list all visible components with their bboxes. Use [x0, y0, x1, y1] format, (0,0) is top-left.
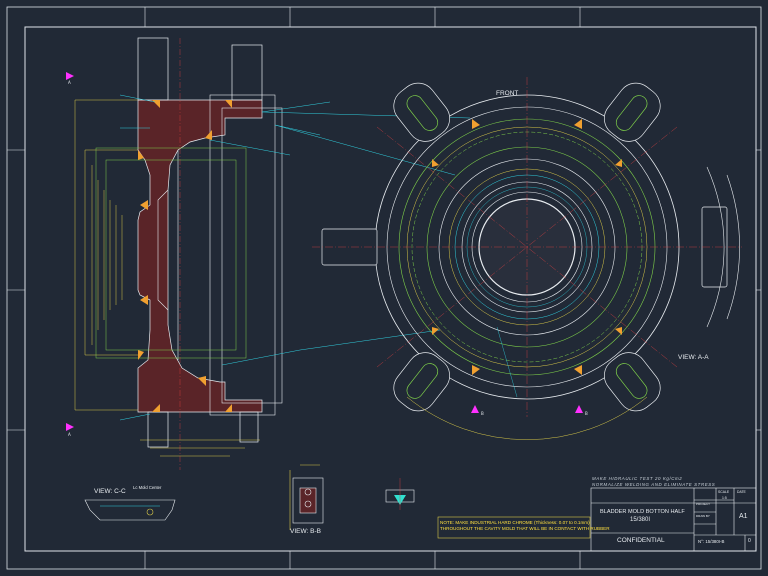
chrome-note: NOTE: MAKE INDUSTRIAL HARD CHROME (Thick…	[440, 520, 610, 532]
weld-symbol-detail	[385, 478, 415, 510]
confidential-label: CONFIDENTIAL	[617, 537, 665, 544]
section-a-top: A	[68, 80, 71, 85]
date-label: DATE	[737, 490, 746, 494]
title-line2: 15/380I	[630, 517, 651, 523]
view-aa-label: VIEW: A-A	[678, 354, 709, 361]
mold-center-label: Lc Mold Center	[133, 485, 162, 490]
circular-view: B B	[312, 77, 742, 440]
scale-value: 1:5	[722, 496, 727, 500]
sheet-number: 0	[748, 538, 751, 544]
drawn-by-label: DRAW BY	[696, 514, 710, 518]
hydraulic-test-note: MAKE HIDRAULIC TEST 20 Kg/Cm2	[592, 476, 683, 481]
view-cc-label: VIEW: C-C	[94, 488, 126, 495]
section-a-bottom: A	[68, 432, 71, 437]
scale-label: SCALE	[718, 490, 730, 494]
section-b-left: B	[481, 411, 484, 416]
section-b-right: B	[585, 411, 588, 416]
view-bb-label: VIEW: B-B	[290, 528, 321, 535]
front-label: FRONT	[496, 90, 519, 97]
chrome-note-line2: THROUGHOUT THE CAVITY MOLD THAT WILL BE …	[440, 526, 610, 531]
title-line1: BLADDER MOLD BOTTON HALF	[600, 509, 685, 515]
drawing-number: N°: 15/380I-B	[698, 539, 725, 544]
normalize-note: NORMALIZE WELDING AND ELIMINATE STRESS	[592, 482, 716, 487]
size-label: A1	[739, 513, 748, 520]
view-cc-detail	[84, 499, 176, 521]
view-bb-detail	[289, 464, 324, 530]
project-label: PROJECT	[696, 502, 711, 506]
